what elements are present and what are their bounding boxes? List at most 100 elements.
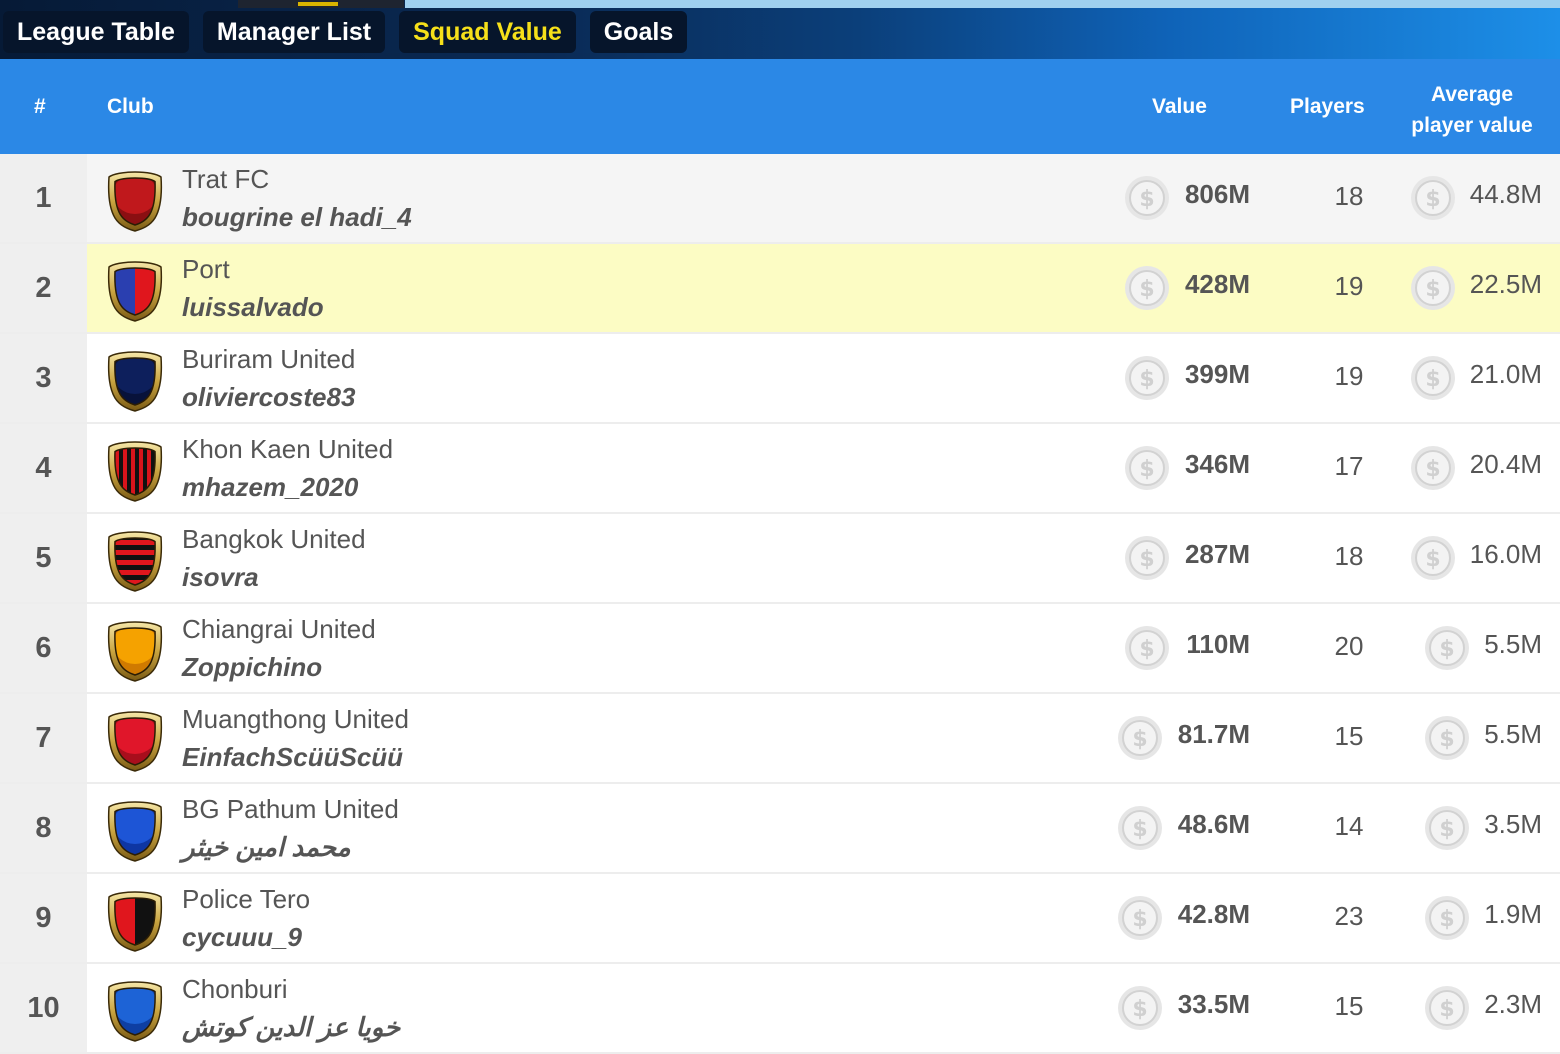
manager-name-link[interactable]: bougrine el hadi_4 (182, 202, 412, 233)
average-player-value: 16.0M (1469, 539, 1542, 569)
banner-thumbnail (238, 0, 404, 8)
svg-text:$: $ (1139, 637, 1154, 662)
column-header-players[interactable]: Players (1290, 95, 1365, 119)
table-row[interactable]: 7 Muangthong United EinfachScüüScüü $81.7M 1… (0, 694, 1560, 784)
average-player-value: 44.8M (1469, 179, 1542, 209)
coin-icon: $ (1118, 986, 1162, 1030)
club-crest-icon (107, 711, 163, 772)
row-content: Muangthong United EinfachScüüScüü $81.7M 15… (87, 694, 1560, 782)
coin-icon: $ (1425, 806, 1469, 850)
club-crest-icon (107, 261, 163, 322)
squad-value: 287M (1184, 539, 1250, 569)
svg-text:$: $ (1139, 277, 1154, 302)
coin-icon: $ (1125, 266, 1169, 310)
column-header-club[interactable]: Club (107, 95, 154, 119)
coin-icon: $ (1125, 176, 1169, 220)
rank-number: 8 (0, 784, 87, 872)
coin-icon: $ (1118, 896, 1162, 940)
svg-text:$: $ (1425, 547, 1440, 572)
manager-name-link[interactable]: cycuuu_9 (182, 922, 302, 953)
coin-icon: $ (1425, 896, 1469, 940)
club-name-link[interactable]: Trat FC (182, 164, 269, 195)
squad-value: 110M (1186, 629, 1250, 659)
manager-name-link[interactable]: oliviercoste83 (182, 382, 355, 413)
rank-number: 1 (0, 154, 87, 242)
svg-text:$: $ (1132, 997, 1147, 1022)
club-name-link[interactable]: Buriram United (182, 344, 355, 375)
table-row[interactable]: 4 Khon Kaen United mhazem_2020 $346M 17 $20.4… (0, 424, 1560, 514)
svg-text:$: $ (1425, 277, 1440, 302)
column-header-rank[interactable]: # (34, 95, 46, 119)
row-content: Trat FC bougrine el hadi_4 $806M 18 $44.8M (87, 154, 1560, 242)
coin-icon: $ (1118, 716, 1162, 760)
manager-name-link[interactable]: محمد امین خیثر (182, 832, 351, 863)
average-player-value: 5.5M (1484, 629, 1542, 659)
manager-name-link[interactable]: Zoppichino (182, 652, 322, 683)
row-content: Port luissalvado $428M 19 $22.5M (87, 244, 1560, 332)
club-name-link[interactable]: BG Pathum United (182, 794, 399, 825)
club-name-link[interactable]: Muangthong United (182, 704, 409, 735)
manager-name-link[interactable]: خویا عز الدین کوتش (182, 1012, 400, 1043)
manager-name-link[interactable]: luissalvado (182, 292, 324, 323)
svg-text:$: $ (1439, 817, 1454, 842)
club-name-link[interactable]: Bangkok United (182, 524, 366, 555)
column-header-average-player-value[interactable]: Average player value (1402, 79, 1542, 141)
rank-number: 3 (0, 334, 87, 422)
table-row[interactable]: 8 BG Pathum United محمد امین خیثر $48.6M 14 $… (0, 784, 1560, 874)
coin-icon: $ (1118, 806, 1162, 850)
coin-icon: $ (1411, 266, 1455, 310)
table-row[interactable]: 10 Chonburi خویا عز الدین کوتش $33.5M 15 $2.3… (0, 964, 1560, 1054)
rank-number: 9 (0, 874, 87, 962)
club-crest-icon (107, 441, 163, 502)
squad-value: 399M (1184, 359, 1250, 389)
player-count: 14 (1334, 811, 1364, 841)
rank-number: 7 (0, 694, 87, 782)
player-count: 18 (1334, 181, 1364, 211)
club-name-link[interactable]: Chonburi (182, 974, 288, 1005)
coin-icon: $ (1125, 446, 1169, 490)
svg-text:$: $ (1425, 457, 1440, 482)
coin-icon: $ (1425, 986, 1469, 1030)
svg-text:$: $ (1439, 637, 1454, 662)
tab-league-table[interactable]: League Table (3, 11, 189, 53)
rank-number: 2 (0, 244, 87, 332)
average-player-value: 3.5M (1484, 809, 1542, 839)
table-row[interactable]: 5 Bangkok United isovra $287M 18 $16.0M (0, 514, 1560, 604)
header-banner-strip (405, 0, 1560, 8)
table-row[interactable]: 3 Buriram United oliviercoste83 $399M 19 $21.… (0, 334, 1560, 424)
squad-value: 428M (1184, 269, 1250, 299)
player-count: 19 (1334, 271, 1364, 301)
row-content: Bangkok United isovra $287M 18 $16.0M (87, 514, 1560, 602)
club-crest-icon (107, 981, 163, 1042)
club-crest-icon (107, 351, 163, 412)
manager-name-link[interactable]: EinfachScüüScüü (182, 742, 403, 773)
table-row[interactable]: 9 Police Tero cycuuu_9 $42.8M 23 $1.9M (0, 874, 1560, 964)
table-row[interactable]: 6 Chiangrai United Zoppichino $110M 20 $5.5M (0, 604, 1560, 694)
coin-icon: $ (1411, 446, 1455, 490)
table-row[interactable]: 2 Port luissalvado $428M 19 $22.5M (0, 244, 1560, 334)
tab-goals[interactable]: Goals (589, 11, 688, 53)
squad-value: 81.7M (1177, 719, 1250, 749)
svg-text:$: $ (1439, 997, 1454, 1022)
player-count: 20 (1334, 631, 1364, 661)
squad-value-table: 1 Trat FC bougrine el hadi_4 $806M 18 $44.8M 2… (0, 154, 1560, 1054)
coin-icon: $ (1125, 626, 1169, 670)
club-crest-icon (107, 891, 163, 952)
manager-name-link[interactable]: mhazem_2020 (182, 472, 358, 503)
column-header-value[interactable]: Value (1152, 95, 1207, 119)
average-player-value: 2.3M (1484, 989, 1542, 1019)
table-row[interactable]: 1 Trat FC bougrine el hadi_4 $806M 18 $44.8M (0, 154, 1560, 244)
coin-icon: $ (1411, 176, 1455, 220)
row-content: Khon Kaen United mhazem_2020 $346M 17 $20.4M (87, 424, 1560, 512)
rank-number: 10 (0, 964, 87, 1052)
manager-name-link[interactable]: isovra (182, 562, 259, 593)
club-name-link[interactable]: Chiangrai United (182, 614, 376, 645)
club-name-link[interactable]: Khon Kaen United (182, 434, 393, 465)
club-name-link[interactable]: Police Tero (182, 884, 310, 915)
coin-icon: $ (1125, 536, 1169, 580)
tab-squad-value[interactable]: Squad Value (399, 11, 576, 53)
club-name-link[interactable]: Port (182, 254, 230, 285)
svg-text:$: $ (1132, 817, 1147, 842)
squad-value: 42.8M (1177, 899, 1250, 929)
tab-manager-list[interactable]: Manager List (202, 11, 386, 53)
